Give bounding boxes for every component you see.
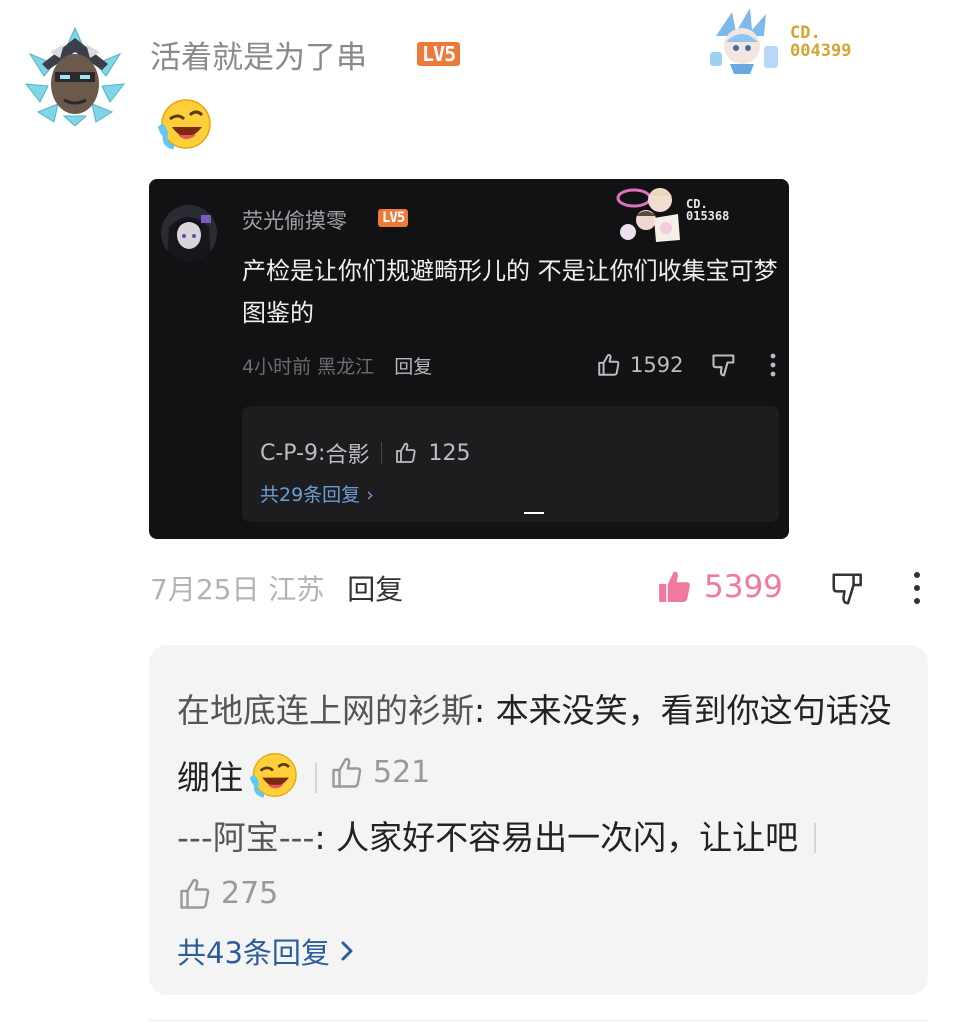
reply-like-button[interactable]: 275 xyxy=(177,866,278,922)
sub-reply-author[interactable]: C-P-9 xyxy=(260,441,318,466)
cd-label: CD. xyxy=(790,23,821,43)
username[interactable]: 活着就是为了串 xyxy=(150,32,367,77)
quoted-dislike-button[interactable] xyxy=(710,352,738,384)
reply-button[interactable]: 回复 xyxy=(347,573,403,606)
quoted-like-count: 1592 xyxy=(630,353,684,377)
more-vertical-icon xyxy=(770,353,776,377)
thumbs-up-icon xyxy=(396,442,417,463)
quoted-location: 黑龙江 xyxy=(317,356,375,378)
quoted-view-all-replies-link[interactable]: 共29条回复 › xyxy=(260,480,374,507)
quoted-comment-meta: 4小时前 黑龙江 回复 xyxy=(242,352,432,379)
quoted-level-badge: LV5 xyxy=(378,209,409,227)
reply-author[interactable]: ---阿宝--- xyxy=(177,818,314,857)
quoted-sub-reply[interactable]: C-P-9: 合影 125 xyxy=(260,437,470,469)
quoted-more-button[interactable] xyxy=(768,352,778,382)
user-avatar[interactable] xyxy=(20,24,130,127)
quoted-comment-text: 产检是让你们规避畸形儿的 不是让你们收集宝可梦图鉴的 xyxy=(242,257,778,327)
like-count: 5399 xyxy=(704,569,783,605)
quoted-reply-button[interactable]: 回复 xyxy=(394,356,432,378)
chevron-right-icon xyxy=(341,941,353,961)
thumbs-up-icon xyxy=(598,353,620,376)
reply-text: 人家好不容易出一次闪，让让吧 xyxy=(336,818,799,857)
level-badge: LV5 xyxy=(417,42,461,66)
comment-location: 江苏 xyxy=(268,573,325,606)
quoted-like-button[interactable]: 1592 xyxy=(596,352,683,378)
reply-author[interactable]: 在地底连上网的衫斯 xyxy=(177,691,474,730)
sub-reply-likes: 125 xyxy=(428,440,471,466)
quoted-cd-number: 015368 xyxy=(686,209,730,223)
reply-like-count: 275 xyxy=(221,876,279,911)
divider xyxy=(149,1020,928,1021)
quoted-collectible-card-art xyxy=(616,182,684,244)
divider xyxy=(381,442,383,464)
view-all-replies-link[interactable]: 共43条回复 xyxy=(177,930,354,972)
reply-item[interactable]: 在地底连上网的衫斯: 本来没笑，看到你这句话没绷住 521 xyxy=(177,680,897,819)
total-replies-label: 共43条回复 xyxy=(177,936,330,970)
reply-like-count: 521 xyxy=(373,755,431,790)
reply-like-button[interactable]: 521 xyxy=(329,742,430,804)
cd-number-badge: CD. 004399 xyxy=(790,24,851,60)
quoted-username[interactable]: 荧光偷摸零 xyxy=(242,205,347,235)
quoted-total-replies-label: 共29条回复 xyxy=(260,484,361,506)
thumbs-down-icon xyxy=(712,354,735,377)
thumbs-down-icon xyxy=(832,573,862,605)
collectible-card-art xyxy=(706,6,784,76)
laughing-tears-emoji-icon xyxy=(156,97,212,155)
like-button[interactable]: 5399 xyxy=(656,568,783,606)
quoted-time: 4小时前 xyxy=(242,356,312,378)
divider xyxy=(315,763,317,793)
sub-reply-text: 合影 xyxy=(325,443,370,468)
chevron-right-icon: › xyxy=(366,484,374,506)
quoted-cd-number-badge: CD. 015368 xyxy=(686,198,729,222)
thumbs-up-icon xyxy=(332,757,362,788)
comment-meta: 7月25日 江苏 回复 xyxy=(150,568,403,608)
comment-date: 7月25日 xyxy=(150,573,260,606)
more-vertical-icon xyxy=(914,572,920,604)
home-indicator xyxy=(524,512,544,514)
quoted-user-avatar[interactable] xyxy=(161,205,217,261)
thumbs-up-icon xyxy=(180,878,210,909)
divider xyxy=(814,823,817,853)
cd-number: 004399 xyxy=(790,41,852,61)
more-button[interactable] xyxy=(910,570,924,610)
reply-item[interactable]: ---阿宝---: 人家好不容易出一次闪，让让吧 275 xyxy=(177,810,897,927)
thumbs-up-filled-icon xyxy=(659,571,690,603)
laughing-tears-emoji-icon xyxy=(247,751,299,819)
dislike-button[interactable] xyxy=(829,570,867,612)
